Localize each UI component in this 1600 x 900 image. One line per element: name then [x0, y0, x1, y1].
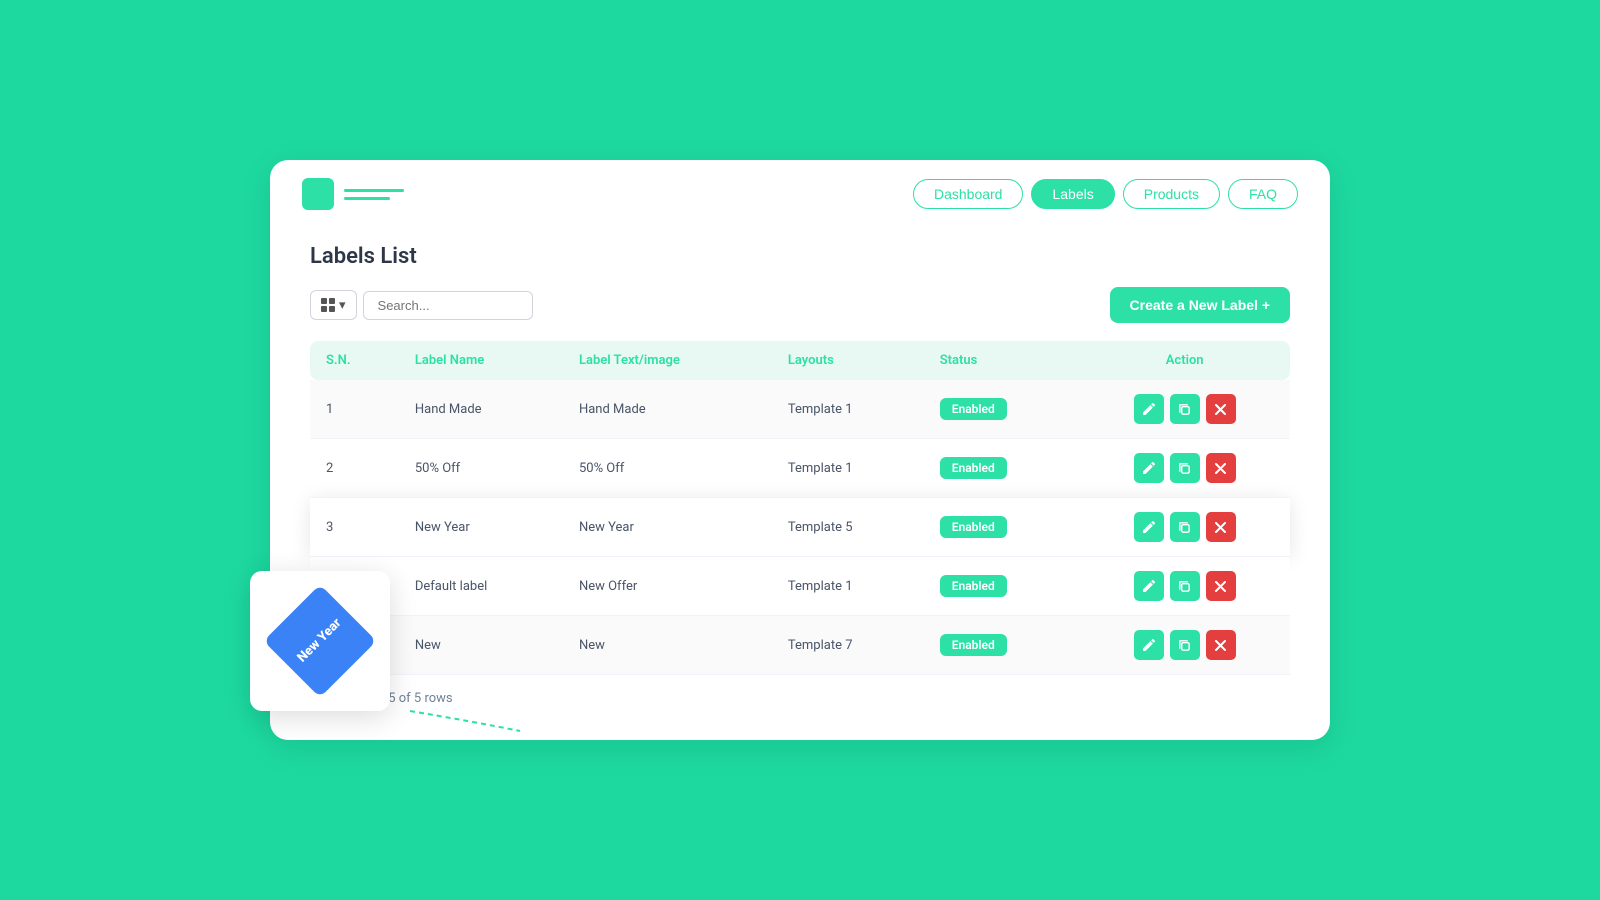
nav-labels[interactable]: Labels [1031, 179, 1114, 209]
logo-area [302, 178, 913, 210]
col-layouts: Layouts [772, 341, 924, 380]
logo-icon [302, 178, 334, 210]
cell-layout: Template 7 [772, 616, 924, 675]
col-label-text: Label Text/image [563, 341, 772, 380]
col-action: Action [1079, 341, 1290, 380]
delete-button[interactable] [1206, 571, 1236, 601]
table-row: 5 New New Template 7 Enabled [310, 616, 1290, 675]
edit-button[interactable] [1134, 630, 1164, 660]
copy-button[interactable] [1170, 453, 1200, 483]
cell-status: Enabled [924, 498, 1080, 557]
main-card: Dashboard Labels Products FAQ Labels Lis… [270, 160, 1330, 740]
nav-products[interactable]: Products [1123, 179, 1220, 209]
action-buttons [1095, 630, 1274, 660]
grid-icon [321, 298, 335, 312]
dotted-connector [410, 711, 530, 761]
delete-button[interactable] [1206, 512, 1236, 542]
edit-button[interactable] [1134, 453, 1164, 483]
cell-label-text: New Offer [563, 557, 772, 616]
delete-button[interactable] [1206, 453, 1236, 483]
labels-table: S.N. Label Name Label Text/image Layouts… [310, 341, 1290, 675]
copy-button[interactable] [1170, 394, 1200, 424]
cell-action [1079, 439, 1290, 498]
col-sn: S.N. [310, 341, 399, 380]
logo-line-1 [344, 189, 404, 192]
label-badge: New Year [270, 591, 370, 691]
status-badge: Enabled [940, 575, 1007, 597]
cell-sn: 2 [310, 439, 399, 498]
cell-label-name: Default label [399, 557, 563, 616]
grid-view-button[interactable]: ▾ [310, 290, 357, 320]
table-row: 1 Hand Made Hand Made Template 1 Enabled [310, 380, 1290, 439]
copy-button[interactable] [1170, 630, 1200, 660]
copy-button[interactable] [1170, 571, 1200, 601]
edit-button[interactable] [1134, 512, 1164, 542]
nav-bar: Dashboard Labels Products FAQ [270, 160, 1330, 220]
edit-button[interactable] [1134, 394, 1164, 424]
cell-label-text: New [563, 616, 772, 675]
table-row: 4 Default label New Offer Template 1 Ena… [310, 557, 1290, 616]
logo-line-2 [344, 197, 390, 200]
cell-status: Enabled [924, 439, 1080, 498]
cell-status: Enabled [924, 557, 1080, 616]
delete-button[interactable] [1206, 394, 1236, 424]
cell-label-name: New [399, 616, 563, 675]
cell-label-name: 50% Off [399, 439, 563, 498]
table-row: 2 50% Off 50% Off Template 1 Enabled [310, 439, 1290, 498]
table-header-row: S.N. Label Name Label Text/image Layouts… [310, 341, 1290, 380]
delete-button[interactable] [1206, 630, 1236, 660]
status-badge: Enabled [940, 398, 1007, 420]
status-badge: Enabled [940, 516, 1007, 538]
cell-label-text: Hand Made [563, 380, 772, 439]
status-badge: Enabled [940, 457, 1007, 479]
cell-action [1079, 616, 1290, 675]
action-buttons [1095, 512, 1274, 542]
logo-lines [344, 189, 404, 200]
cell-label-name: New Year [399, 498, 563, 557]
cell-sn: 1 [310, 380, 399, 439]
cell-layout: Template 1 [772, 439, 924, 498]
copy-button[interactable] [1170, 512, 1200, 542]
cell-status: Enabled [924, 616, 1080, 675]
col-status: Status [924, 341, 1080, 380]
cell-label-name: Hand Made [399, 380, 563, 439]
footer-text: Showing 1 to 5 of 5 rows [310, 691, 1290, 706]
dropdown-arrow-icon: ▾ [339, 297, 346, 313]
nav-dashboard[interactable]: Dashboard [913, 179, 1024, 209]
table-row: 3 New Year New Year Template 5 Enabled [310, 498, 1290, 557]
nav-links: Dashboard Labels Products FAQ [913, 179, 1298, 209]
action-buttons [1095, 394, 1274, 424]
label-preview-popup: New Year [250, 571, 390, 711]
nav-faq[interactable]: FAQ [1228, 179, 1298, 209]
cell-layout: Template 1 [772, 557, 924, 616]
action-buttons [1095, 453, 1274, 483]
toolbar: ▾ Create a New Label + [310, 287, 1290, 323]
cell-action [1079, 380, 1290, 439]
search-input[interactable] [363, 291, 533, 320]
cell-label-text: New Year [563, 498, 772, 557]
cell-action [1079, 557, 1290, 616]
status-badge: Enabled [940, 634, 1007, 656]
col-label-name: Label Name [399, 341, 563, 380]
cell-label-text: 50% Off [563, 439, 772, 498]
toolbar-left: ▾ [310, 290, 533, 320]
cell-layout: Template 5 [772, 498, 924, 557]
content-area: Labels List ▾ Create a New Label + S.N. [270, 220, 1330, 736]
cell-layout: Template 1 [772, 380, 924, 439]
action-buttons [1095, 571, 1274, 601]
cell-sn: 3 [310, 498, 399, 557]
create-label-button[interactable]: Create a New Label + [1110, 287, 1290, 323]
edit-button[interactable] [1134, 571, 1164, 601]
page-title: Labels List [310, 244, 1290, 269]
cell-action [1079, 498, 1290, 557]
cell-status: Enabled [924, 380, 1080, 439]
